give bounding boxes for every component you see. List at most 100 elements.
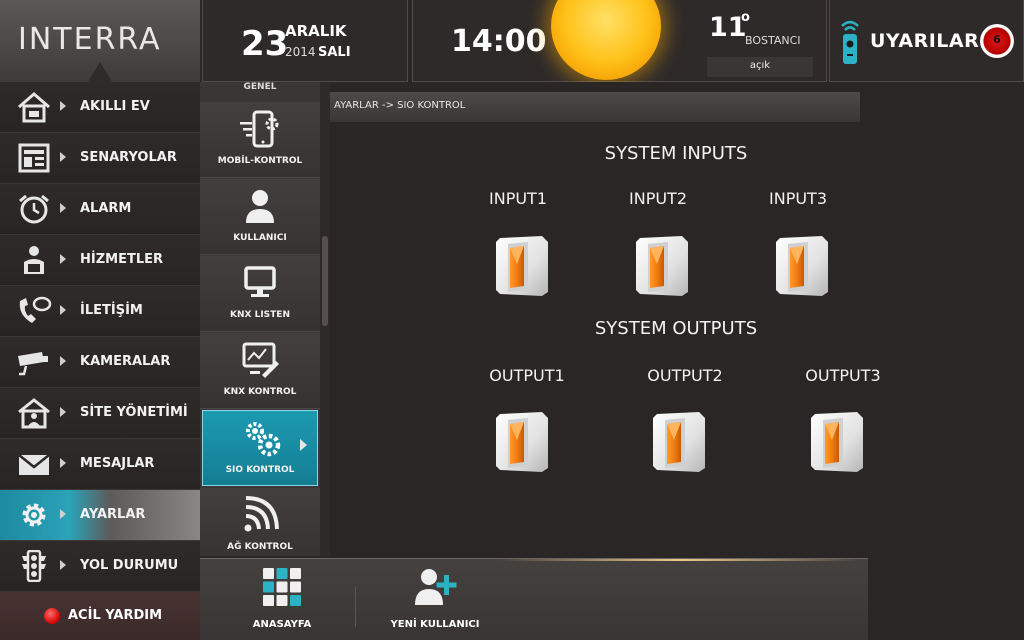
alerts-button[interactable]: UYARILAR 6 xyxy=(829,0,1024,82)
output-label: OUTPUT2 xyxy=(647,366,723,385)
submenu-item-label: SIO KONTROL xyxy=(225,465,295,475)
sidebar-item-label: İLETİŞİM xyxy=(80,303,143,318)
output1-switch[interactable] xyxy=(494,410,550,474)
system-outputs-title: SYSTEM OUTPUTS xyxy=(594,318,758,339)
submenu-item-label: MOBİL-KONTROL xyxy=(217,156,303,166)
camera-icon xyxy=(18,352,48,376)
submenu-item-knx-listen[interactable]: KNX LISTEN xyxy=(200,256,320,332)
chevron-right-icon xyxy=(60,203,66,213)
input2-switch[interactable] xyxy=(634,234,690,298)
date-year: 2014 xyxy=(285,45,316,59)
home-button-label: ANASAYFA xyxy=(252,619,312,630)
envelope-icon xyxy=(18,454,50,475)
sidebar-item-site-yonetimi[interactable]: SİTE YÖNETİMİ xyxy=(0,388,200,439)
sidebar-item-senaryolar[interactable]: SENARYOLAR xyxy=(0,133,200,184)
settings-submenu: GENEL MOBİL-KONTROL KULLANICI KNX LISTEN… xyxy=(200,82,320,556)
sidebar-item-akilli-ev[interactable]: AKILLI EV xyxy=(0,82,200,133)
app-root: INTERRA 23 ARALIK 2014 SALI 14:00 11 o B… xyxy=(0,0,1024,640)
logo-notch xyxy=(88,62,112,82)
date-widget: 23 ARALIK 2014 SALI xyxy=(202,0,408,82)
logo-text: INTERRA xyxy=(18,22,162,57)
gear-icon xyxy=(22,503,46,527)
input3-switch[interactable] xyxy=(774,234,830,298)
bottom-divider xyxy=(355,587,356,627)
submenu-partial-item-genel[interactable]: GENEL xyxy=(200,82,320,92)
emergency-button[interactable]: ACİL YARDIM xyxy=(0,592,200,640)
remote-control-icon xyxy=(841,20,859,64)
sun-icon xyxy=(551,0,661,80)
clock-time: 14:00 xyxy=(451,24,547,59)
sidebar-item-label: HİZMETLER xyxy=(80,252,164,267)
alerts-count: 6 xyxy=(993,33,1001,46)
sidebar-item-mesajlar[interactable]: MESAJLAR xyxy=(0,439,200,490)
submenu-item-knx-kontrol[interactable]: KNX KONTROL xyxy=(200,333,320,409)
sidebar-item-label: AYARLAR xyxy=(80,507,146,522)
emergency-label: ACİL YARDIM xyxy=(68,608,163,623)
sidebar-item-label: YOL DURUMU xyxy=(80,558,179,573)
monitor-icon xyxy=(244,266,276,297)
alerts-count-badge: 6 xyxy=(980,24,1014,58)
output2-switch[interactable] xyxy=(651,410,707,474)
mobile-control-icon xyxy=(240,110,279,148)
sidebar-item-label: AKILLI EV xyxy=(80,99,150,114)
sidebar-item-iletisim[interactable]: İLETİŞİM xyxy=(0,286,200,337)
sidebar-item-alarm[interactable]: ALARM xyxy=(0,184,200,235)
submenu-item-kullanici[interactable]: KULLANICI xyxy=(200,179,320,255)
chevron-right-icon xyxy=(60,560,66,570)
submenu-scrollbar-thumb[interactable] xyxy=(322,236,328,326)
phone-chat-icon xyxy=(19,296,52,323)
sidebar-item-ayarlar[interactable]: AYARLAR xyxy=(0,490,200,541)
home-icon xyxy=(18,92,50,123)
alerts-label: UYARILAR xyxy=(870,30,980,52)
input-label: INPUT2 xyxy=(629,189,687,208)
submenu-item-sio-kontrol[interactable]: SIO KONTROL xyxy=(202,410,318,486)
output-label: OUTPUT3 xyxy=(805,366,881,385)
chevron-right-icon xyxy=(60,407,66,417)
logo[interactable]: INTERRA xyxy=(0,0,200,82)
breadcrumb-bar: AYARLAR -> SIO KONTROL xyxy=(330,92,860,122)
add-user-button-label: YENİ KULLANICI xyxy=(390,619,480,630)
input1-switch[interactable] xyxy=(494,234,550,298)
bottom-glow-line xyxy=(500,559,860,561)
sidebar-item-yol-durumu[interactable]: YOL DURUMU xyxy=(0,541,200,592)
sidebar-item-label: SENARYOLAR xyxy=(80,150,177,165)
user-icon xyxy=(246,190,274,223)
submenu-item-label: KULLANICI xyxy=(233,233,287,243)
weather-location: BOSTANCI xyxy=(745,34,801,47)
chevron-right-icon xyxy=(300,439,307,451)
sidebar-item-label: KAMERALAR xyxy=(80,354,171,369)
knx-control-icon xyxy=(242,342,279,378)
weather-condition: açık xyxy=(749,60,771,71)
emergency-icon xyxy=(44,608,60,624)
scenario-icon xyxy=(18,143,50,173)
submenu-item-label: AĞ KONTROL xyxy=(227,542,293,552)
input-label: INPUT1 xyxy=(489,189,547,208)
date-weekday: SALI xyxy=(318,45,351,60)
submenu-item-label: KNX KONTROL xyxy=(223,387,297,397)
chevron-right-icon xyxy=(60,254,66,264)
chevron-right-icon xyxy=(60,305,66,315)
wifi-icon xyxy=(244,496,279,532)
sidebar-item-label: SİTE YÖNETİMİ xyxy=(80,405,188,420)
chevron-right-icon xyxy=(60,152,66,162)
breadcrumb: AYARLAR -> SIO KONTROL xyxy=(334,100,466,111)
sidebar-item-hizmetler[interactable]: HİZMETLER xyxy=(0,235,200,286)
grid-home-icon xyxy=(263,568,301,606)
site-management-icon xyxy=(18,398,50,429)
add-user-button[interactable]: YENİ KULLANICI xyxy=(376,559,494,640)
submenu-item-mobil-kontrol[interactable]: MOBİL-KONTROL xyxy=(200,102,320,178)
top-bar: INTERRA 23 ARALIK 2014 SALI 14:00 11 o B… xyxy=(0,0,1024,82)
add-user-icon xyxy=(415,569,457,605)
sidebar-item-kameralar[interactable]: KAMERALAR xyxy=(0,337,200,388)
services-icon xyxy=(24,246,44,274)
submenu-item-ag-kontrol[interactable]: AĞ KONTROL xyxy=(200,488,320,556)
bottom-panel: ANASAYFA YENİ KULLANICI xyxy=(200,558,868,640)
sidebar-item-label: MESAJLAR xyxy=(80,456,155,471)
output3-switch[interactable] xyxy=(809,410,865,474)
chevron-right-icon xyxy=(60,101,66,111)
sidebar: AKILLI EV SENARYOLAR ALARM HİZMETLER İLE… xyxy=(0,82,200,640)
sidebar-item-label: ALARM xyxy=(80,201,132,216)
chevron-right-icon xyxy=(60,356,66,366)
system-inputs-title: SYSTEM INPUTS xyxy=(604,143,748,164)
home-button[interactable]: ANASAYFA xyxy=(230,559,334,640)
